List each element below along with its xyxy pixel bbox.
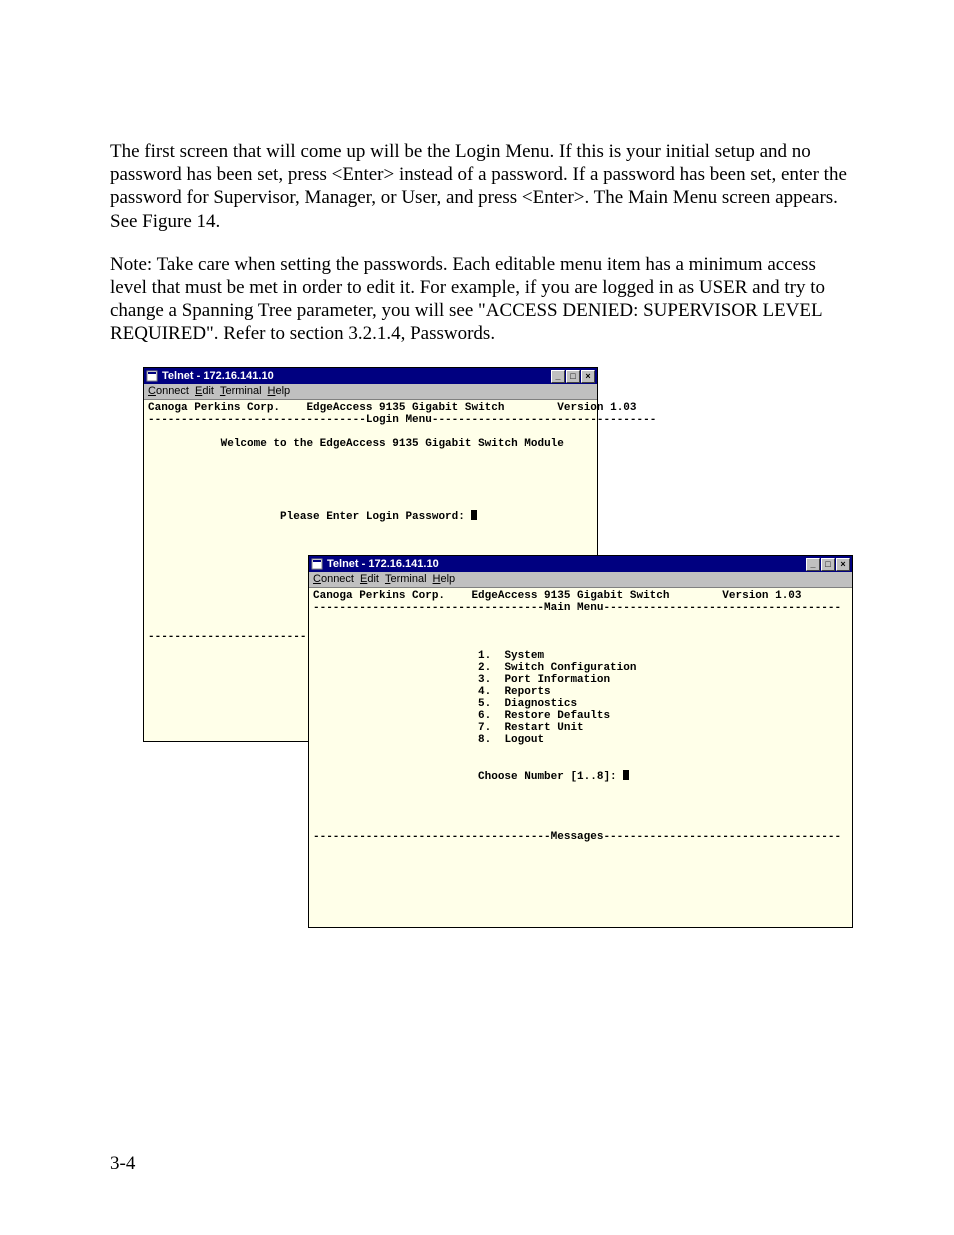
menu-item-6[interactable]: Restore Defaults bbox=[504, 710, 610, 722]
terminal-content: Canoga Perkins Corp. EdgeAccess 9135 Gig… bbox=[309, 588, 852, 859]
minimize-button[interactable]: _ bbox=[551, 370, 565, 383]
maximize-button[interactable]: □ bbox=[566, 370, 580, 383]
page-number: 3-4 bbox=[110, 1152, 135, 1175]
menu-item-8[interactable]: Logout bbox=[504, 734, 544, 746]
menu-item-4[interactable]: Reports bbox=[504, 686, 550, 698]
titlebar[interactable]: Telnet - 172.16.141.10 _ □ × bbox=[309, 556, 852, 572]
cursor-icon bbox=[471, 510, 477, 520]
app-icon bbox=[146, 370, 158, 382]
menu-item-7[interactable]: Restart Unit bbox=[504, 722, 583, 734]
menu-connect[interactable]: Connect bbox=[313, 573, 354, 586]
menu-item-2[interactable]: Switch Configuration bbox=[504, 662, 636, 674]
menubar: Connect Edit Terminal Help bbox=[309, 572, 852, 588]
close-button[interactable]: × bbox=[836, 558, 850, 571]
app-icon bbox=[311, 558, 323, 570]
figure-area: Telnet - 172.16.141.10 _ □ × Connect Edi… bbox=[110, 367, 854, 957]
cursor-icon bbox=[623, 770, 629, 780]
close-button[interactable]: × bbox=[581, 370, 595, 383]
paragraph-2: Note: Take care when setting the passwor… bbox=[110, 253, 854, 346]
menu-help[interactable]: Help bbox=[268, 385, 291, 398]
document-page: The first screen that will come up will … bbox=[0, 0, 954, 1235]
menu-connect[interactable]: Connect bbox=[148, 385, 189, 398]
paragraph-1: The first screen that will come up will … bbox=[110, 140, 854, 233]
window-title: Telnet - 172.16.141.10 bbox=[327, 558, 806, 571]
window-title: Telnet - 172.16.141.10 bbox=[162, 370, 551, 383]
menu-help[interactable]: Help bbox=[433, 573, 456, 586]
menu-edit[interactable]: Edit bbox=[195, 385, 214, 398]
menubar: Connect Edit Terminal Help bbox=[144, 384, 597, 400]
menu-edit[interactable]: Edit bbox=[360, 573, 379, 586]
titlebar[interactable]: Telnet - 172.16.141.10 _ □ × bbox=[144, 368, 597, 384]
menu-item-5[interactable]: Diagnostics bbox=[504, 698, 577, 710]
menu-terminal[interactable]: Terminal bbox=[220, 385, 262, 398]
maximize-button[interactable]: □ bbox=[821, 558, 835, 571]
menu-terminal[interactable]: Terminal bbox=[385, 573, 427, 586]
menu-item-3[interactable]: Port Information bbox=[504, 674, 610, 686]
menu-item-1[interactable]: System bbox=[504, 650, 544, 662]
telnet-window-main: Telnet - 172.16.141.10 _ □ × Connect Edi… bbox=[308, 555, 853, 928]
minimize-button[interactable]: _ bbox=[806, 558, 820, 571]
